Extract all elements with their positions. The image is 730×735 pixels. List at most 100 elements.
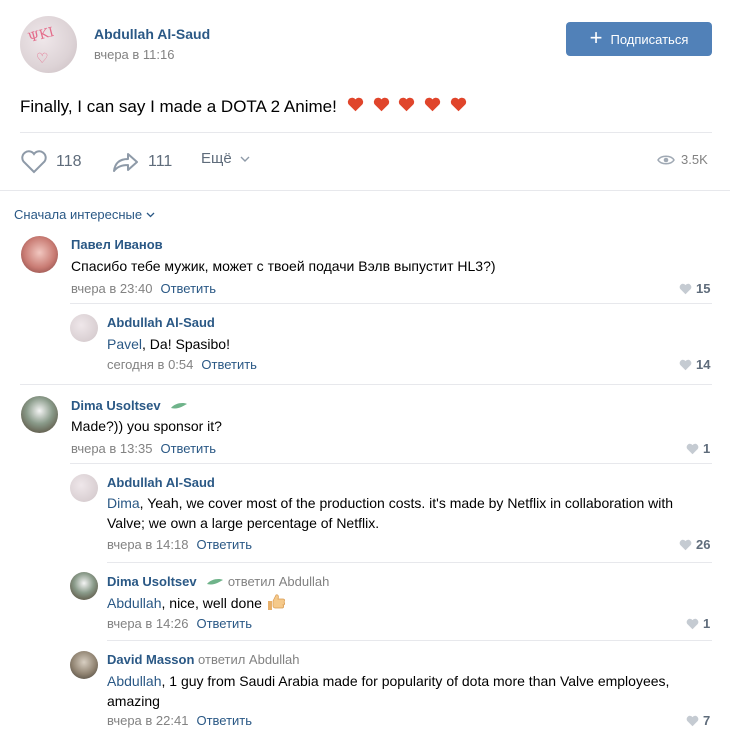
share-count: 111 [148,153,173,170]
comment-time[interactable]: вчера в 22:41 [107,713,188,728]
eye-icon [657,155,675,164]
comment-text-body: , Da! Spasibo! [142,336,230,352]
comment-author-name: Dima Usoltsev [71,398,161,413]
comment-avatar[interactable] [70,651,98,679]
subscribe-label: Подписаться [610,31,689,47]
comment-text: Спасибо тебе мужик, может с твоей подачи… [71,258,496,274]
comment-mention[interactable]: Dima [107,495,140,511]
comment-like-button[interactable]: 14 [679,357,710,372]
comment-mention[interactable]: Abdullah [107,595,162,611]
comment-like-count: 26 [696,537,711,552]
avatar-scribble: ΨΚΙ [26,24,56,47]
comment-avatar[interactable] [21,236,58,273]
comment-text-body: , nice, well done [161,595,262,611]
replied-to: ответил Abdullah [227,574,330,589]
comment-time[interactable]: вчера в 23:40 [71,281,152,296]
comment-mention[interactable]: Abdullah [107,673,162,689]
comment-text: Dima, Yeah, we cover most of the product… [107,493,673,513]
divider [107,640,712,641]
heart-emojis [343,96,467,118]
plus-icon: + [589,25,603,50]
comment-time[interactable]: вчера в 14:26 [107,616,188,631]
like-count: 118 [56,153,82,170]
heart-icon [686,618,699,629]
comment-like-button[interactable]: 7 [686,713,710,728]
comment-avatar[interactable] [70,572,98,600]
views-count: 3.5K [681,152,708,167]
heart-emoji-icon [373,97,389,112]
comment-like-button[interactable]: 1 [686,441,710,456]
comments-sort[interactable]: Сначала интересные [14,207,155,222]
divider [0,190,730,191]
reply-button[interactable]: Ответить [201,357,257,372]
post-time[interactable]: вчера в 11:16 [94,47,174,62]
comment-like-button[interactable]: 1 [686,616,710,631]
reply-button[interactable]: Ответить [160,281,216,296]
share-button[interactable]: 111 [112,150,172,174]
comment-meta: вчера в 23:40 Ответить [71,281,216,296]
comment-author[interactable]: Павел Иванов [71,237,163,252]
author-name[interactable]: Abdullah Al-Saud [94,26,210,42]
heart-icon [679,539,692,550]
heart-emoji-icon [450,97,466,112]
share-icon [113,153,138,172]
badge-icon [207,579,224,585]
comment-time[interactable]: вчера в 14:18 [107,537,188,552]
badge-icon [171,403,188,409]
comment-like-count: 7 [703,713,711,728]
comment-like-count: 1 [703,441,711,456]
comment-text: Pavel, Da! Spasibo! [107,334,230,354]
comment-text: Abdullah, 1 guy from Saudi Arabia made f… [107,671,669,691]
more-label: Ещё [201,150,232,167]
comment-like-button[interactable]: 15 [679,281,710,296]
reply-button[interactable]: Ответить [196,616,252,631]
comment-time[interactable]: сегодня в 0:54 [107,357,193,372]
divider [70,303,712,304]
comment-author-name: Dima Usoltsev [107,574,197,589]
divider [107,562,712,563]
comment-text-line2: Valve; we own a large percentage of Netf… [107,515,380,531]
comment-meta: вчера в 14:26 Ответить [107,616,252,631]
comment-avatar[interactable] [21,396,58,433]
comment-author-name: David Masson [107,652,195,667]
comment-text: Made?)) you sponsor it? [71,418,222,434]
more-button[interactable]: Ещё [201,150,250,167]
comment-like-button[interactable]: 26 [679,537,710,552]
heart-icon [679,359,692,370]
replied-to: ответил Abdullah [198,652,300,667]
comment-like-count: 1 [703,616,711,631]
heart-emoji-icon [399,97,415,112]
comments-sort-label: Сначала интересные [14,207,143,222]
comment-author[interactable]: Dima Usoltsev [71,398,188,413]
comment-avatar[interactable] [70,474,98,502]
reply-button[interactable]: Ответить [196,713,252,728]
divider [70,463,712,464]
reply-button[interactable]: Ответить [160,441,216,456]
comment-avatar[interactable] [70,314,98,342]
comment-text-line1: , 1 guy from Saudi Arabia made for popul… [161,673,670,689]
heart-emoji-icon [347,97,363,112]
comment-author[interactable]: David Masson ответил Abdullah [107,652,300,667]
comment-meta: вчера в 22:41 Ответить [107,713,252,728]
comment-author[interactable]: Dima Usoltsev ответил Abdullah [107,574,329,589]
subscribe-button[interactable]: + Подписаться [566,22,712,56]
heart-icon [686,715,699,726]
comment-author[interactable]: Abdullah Al-Saud [107,315,215,330]
divider [20,132,712,133]
post-text: Finally, I can say I made a DOTA 2 Anime… [20,96,467,118]
reply-button[interactable]: Ответить [196,537,252,552]
chevron-down-icon [146,212,155,217]
thumbs-up-emoji-icon [267,594,285,610]
heart-icon [686,443,699,454]
like-button[interactable]: 118 [20,150,82,174]
comment-text: Abdullah, nice, well done [107,593,286,613]
comment-time[interactable]: вчера в 13:35 [71,441,152,456]
heart-icon [679,283,692,294]
post-text-body: Finally, I can say I made a DOTA 2 Anime… [20,97,337,116]
comment-author[interactable]: Abdullah Al-Saud [107,475,215,490]
comment-like-count: 14 [696,357,711,372]
comment-mention[interactable]: Pavel [107,336,142,352]
chevron-down-icon [240,156,250,162]
author-avatar[interactable]: ΨΚΙ ♡ [20,16,77,73]
comment-text-line1: , Yeah, we cover most of the production … [139,495,674,511]
